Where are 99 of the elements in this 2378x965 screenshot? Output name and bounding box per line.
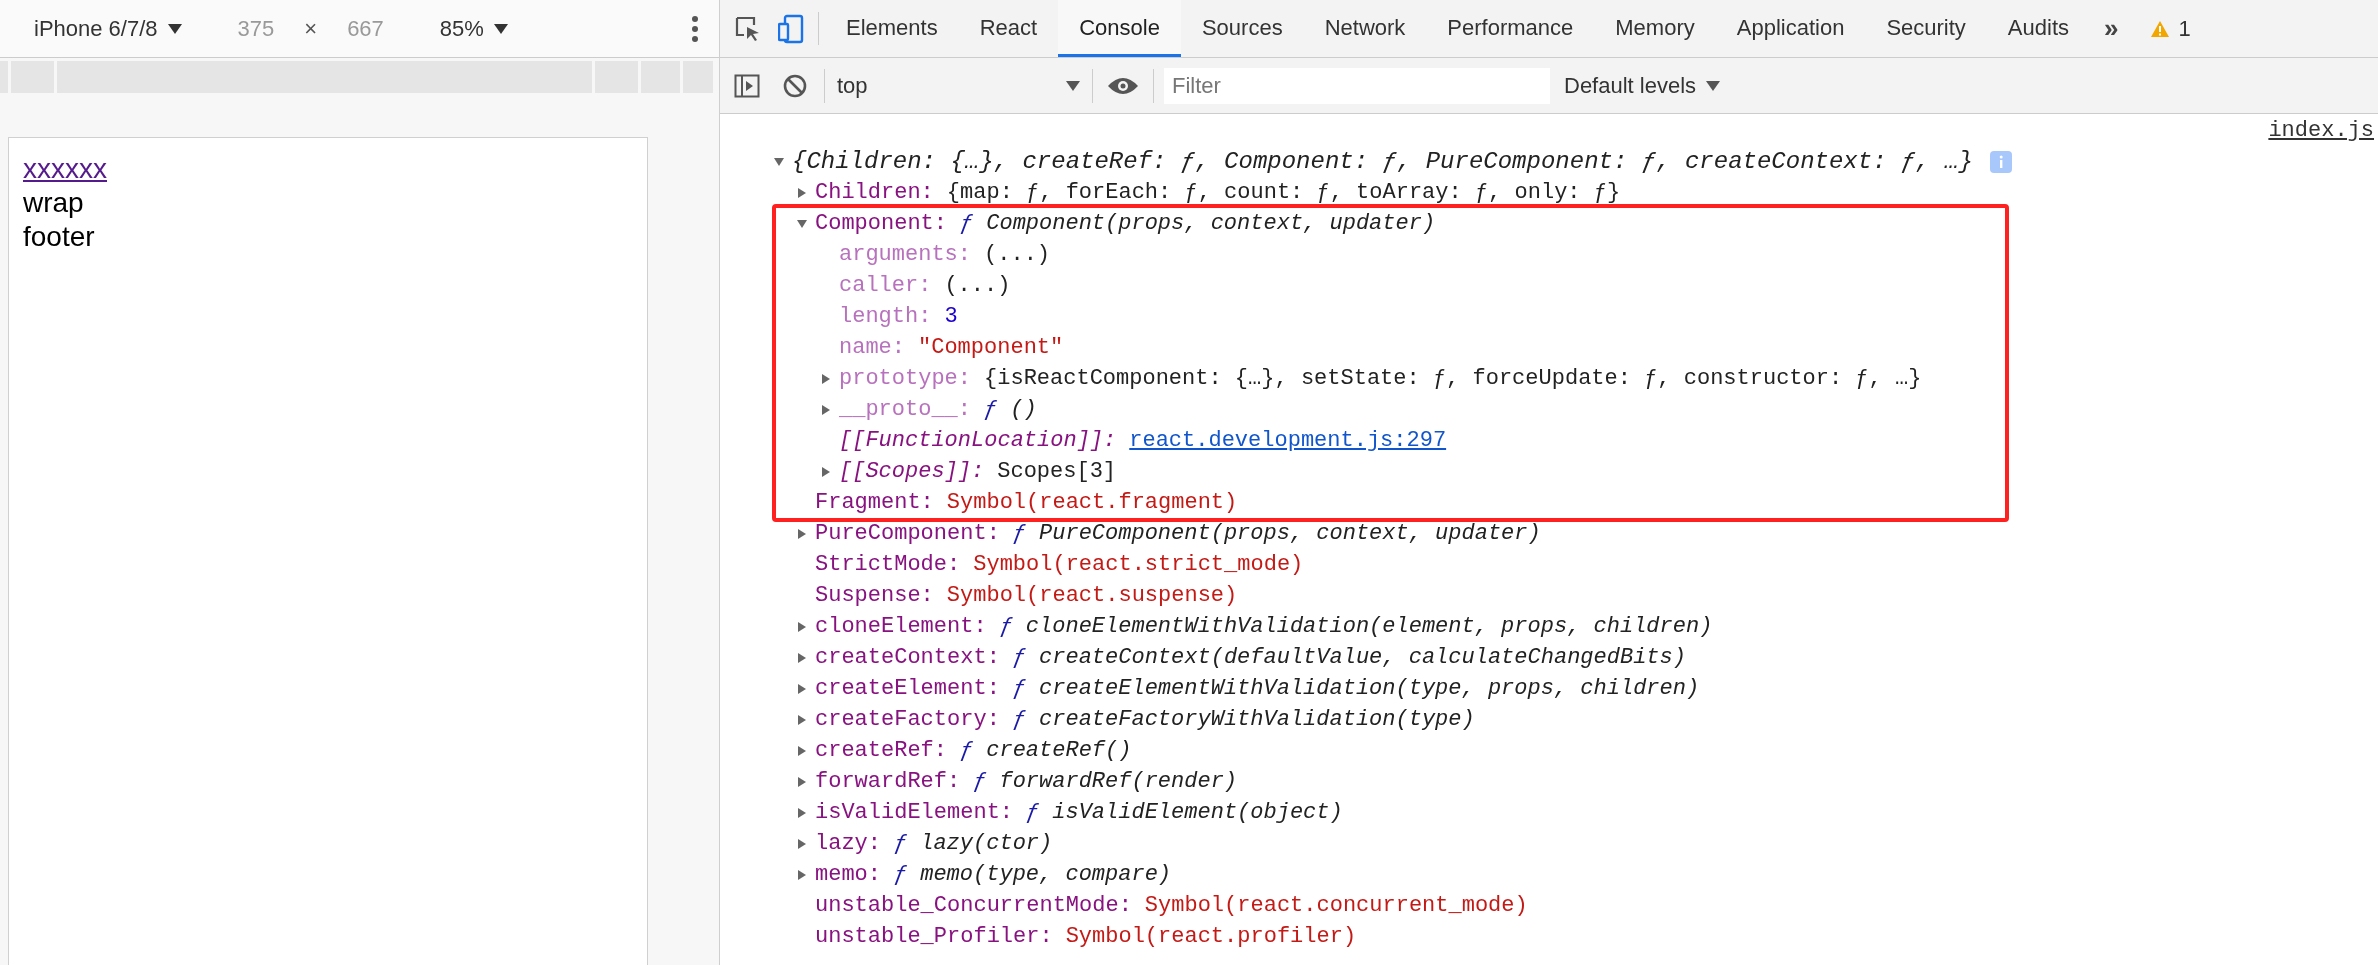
warning-count[interactable]: 1 bbox=[2178, 12, 2191, 45]
function-value: ƒ PureComponent(props, context, updater) bbox=[1012, 520, 1541, 548]
property-key: unstable_ConcurrentMode: bbox=[815, 889, 1132, 922]
property-key: unstable_Profiler: bbox=[815, 920, 1053, 953]
property-key: length: bbox=[839, 300, 932, 333]
devtools-tab[interactable]: Console bbox=[1058, 0, 1181, 57]
dropdown-arrow-icon bbox=[167, 22, 182, 35]
property-value: (...) bbox=[944, 272, 1011, 300]
property-key: caller: bbox=[839, 269, 932, 302]
page-link[interactable]: xxxxxx bbox=[23, 153, 107, 184]
devtools-tab[interactable]: Audits bbox=[1986, 0, 2090, 57]
function-value: ƒ lazy(ctor) bbox=[894, 830, 1053, 858]
property-value: (...) bbox=[984, 241, 1051, 269]
caret-icon[interactable] bbox=[820, 465, 832, 478]
caret-icon[interactable] bbox=[796, 186, 808, 199]
object-summary: {Children: {…}, createRef: ƒ, Component: ƒ, PureComponent: ƒ, createContext: ƒ, …} bbox=[792, 146, 1973, 177]
property-key: name: bbox=[839, 331, 905, 364]
function-value: ƒ forwardRef(render) bbox=[973, 768, 1238, 796]
property-key: cloneElement: bbox=[815, 610, 987, 643]
context-dropdown[interactable]: top bbox=[825, 68, 1093, 103]
more-tabs-button[interactable]: » bbox=[2090, 0, 2133, 57]
function-value: ƒ Component(props, context, updater) bbox=[960, 210, 1436, 238]
object-preview: {isReactComponent: {…}, setState: ƒ, forceUpdate: ƒ, constructor: ƒ, …} bbox=[984, 365, 1922, 393]
caret-icon[interactable] bbox=[796, 868, 808, 881]
filter-field[interactable]: Filter bbox=[1164, 67, 1550, 104]
warning-icon bbox=[2150, 19, 2171, 38]
devtools-tab[interactable]: Application bbox=[1715, 0, 1866, 57]
property-key: [[Scopes]]: bbox=[839, 455, 985, 488]
function-value: ƒ cloneElementWithValidation(element, props, children) bbox=[999, 613, 1713, 641]
property-key: StrictMode: bbox=[815, 548, 961, 581]
dimension-separator: × bbox=[304, 15, 318, 43]
caret-icon[interactable] bbox=[796, 620, 808, 633]
property-key: Component: bbox=[815, 207, 948, 240]
symbol-value: Symbol(react.fragment) bbox=[946, 489, 1238, 517]
caret-icon[interactable] bbox=[820, 372, 832, 385]
function-value: ƒ () bbox=[984, 396, 1037, 424]
function-value: ƒ memo(type, compare) bbox=[894, 861, 1172, 889]
property-key: PureComponent: bbox=[815, 517, 1000, 550]
zoom-dropdown[interactable]: 85% bbox=[439, 12, 508, 45]
caret-icon[interactable] bbox=[796, 775, 808, 788]
caret-icon[interactable] bbox=[796, 682, 808, 695]
property-key: arguments: bbox=[839, 238, 972, 271]
property-key: __proto__: bbox=[839, 393, 972, 426]
caret-icon[interactable] bbox=[796, 713, 808, 726]
dropdown-arrow-icon bbox=[1706, 79, 1721, 92]
caret-icon[interactable] bbox=[820, 403, 832, 416]
page-text: wrap bbox=[23, 186, 85, 220]
caret-icon[interactable] bbox=[796, 744, 808, 757]
more-icon[interactable] bbox=[691, 14, 699, 43]
symbol-value: Symbol(react.suspense) bbox=[946, 582, 1238, 610]
number-value: 3 bbox=[944, 303, 958, 331]
function-value: ƒ createRef() bbox=[960, 737, 1132, 765]
property-key: Suspense: bbox=[815, 579, 934, 612]
devtools-tab[interactable]: Security bbox=[1865, 0, 1987, 57]
property-key: Children: bbox=[815, 176, 934, 209]
caret-icon[interactable] bbox=[773, 155, 785, 168]
log-levels-dropdown[interactable]: Default levels bbox=[1564, 69, 1721, 102]
dropdown-arrow-icon bbox=[493, 22, 508, 35]
clear-console-icon[interactable] bbox=[782, 72, 808, 99]
property-key: createRef: bbox=[815, 734, 948, 767]
function-value: ƒ isValidElement(object) bbox=[1026, 799, 1343, 827]
function-value: ƒ createElementWithValidation(type, props, children) bbox=[1012, 675, 1700, 703]
property-key: prototype: bbox=[839, 362, 972, 395]
caret-icon[interactable] bbox=[796, 527, 808, 540]
property-key: Fragment: bbox=[815, 486, 934, 519]
symbol-value: Symbol(react.concurrent_mode) bbox=[1144, 892, 1528, 920]
property-key: forwardRef: bbox=[815, 765, 961, 798]
property-key: createElement: bbox=[815, 672, 1000, 705]
caret-icon[interactable] bbox=[796, 217, 808, 230]
property-key: [[FunctionLocation]]: bbox=[839, 424, 1117, 457]
function-value: ƒ createFactoryWithValidation(type) bbox=[1012, 706, 1475, 734]
caret-icon[interactable] bbox=[796, 806, 808, 819]
dropdown-arrow-icon bbox=[1066, 79, 1080, 92]
page-text: footer bbox=[23, 220, 96, 254]
property-key: isValidElement: bbox=[815, 796, 1014, 829]
property-key: lazy: bbox=[815, 827, 881, 860]
caret-icon[interactable] bbox=[796, 651, 808, 664]
devtools-tab[interactable]: Elements bbox=[825, 0, 959, 57]
sidebar-toggle-icon[interactable] bbox=[734, 73, 760, 98]
property-key: createFactory: bbox=[815, 703, 1000, 736]
device-dropdown[interactable]: iPhone 6/7/8 bbox=[34, 12, 182, 45]
property-value: Scopes[3] bbox=[997, 458, 1117, 486]
device-toggle-icon[interactable] bbox=[778, 13, 804, 44]
symbol-value: Symbol(react.profiler) bbox=[1065, 923, 1357, 951]
property-key: createContext: bbox=[815, 641, 1000, 674]
symbol-value: Symbol(react.strict_mode) bbox=[973, 551, 1304, 579]
devtools-tab[interactable]: Performance bbox=[1426, 0, 1595, 57]
caret-icon[interactable] bbox=[796, 837, 808, 850]
string-value: "Component" bbox=[918, 334, 1064, 362]
function-value: ƒ createContext(defaultValue, calculateChangedBits) bbox=[1012, 644, 1686, 672]
eye-icon[interactable] bbox=[1107, 75, 1139, 96]
source-file-link[interactable]: index.js bbox=[2268, 114, 2374, 147]
devtools-tab[interactable]: React bbox=[958, 0, 1059, 57]
devtools-tab[interactable]: Sources bbox=[1180, 0, 1304, 57]
devtools-tab[interactable]: Memory bbox=[1594, 0, 1716, 57]
property-key: memo: bbox=[815, 858, 881, 891]
devtools-tab[interactable]: Network bbox=[1303, 0, 1427, 57]
source-link[interactable]: react.development.js:297 bbox=[1129, 424, 1447, 457]
object-preview: {map: ƒ, forEach: ƒ, count: ƒ, toArray: ƒ, only: ƒ} bbox=[946, 179, 1621, 207]
